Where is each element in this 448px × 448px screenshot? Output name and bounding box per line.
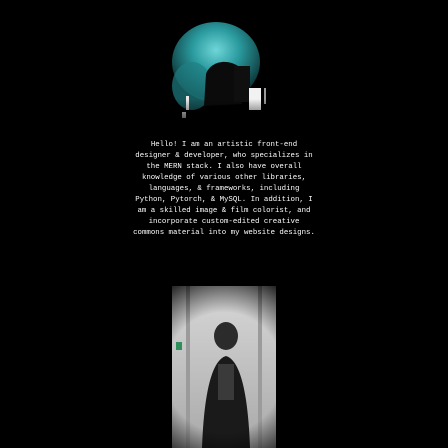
bio-paragraph: Hello! I am an artistic front-end design… (133, 141, 315, 237)
avatar-image (164, 22, 286, 132)
portfolio-about-page: Hello! I am an artistic front-end design… (0, 0, 448, 448)
profile-photo (142, 280, 306, 448)
